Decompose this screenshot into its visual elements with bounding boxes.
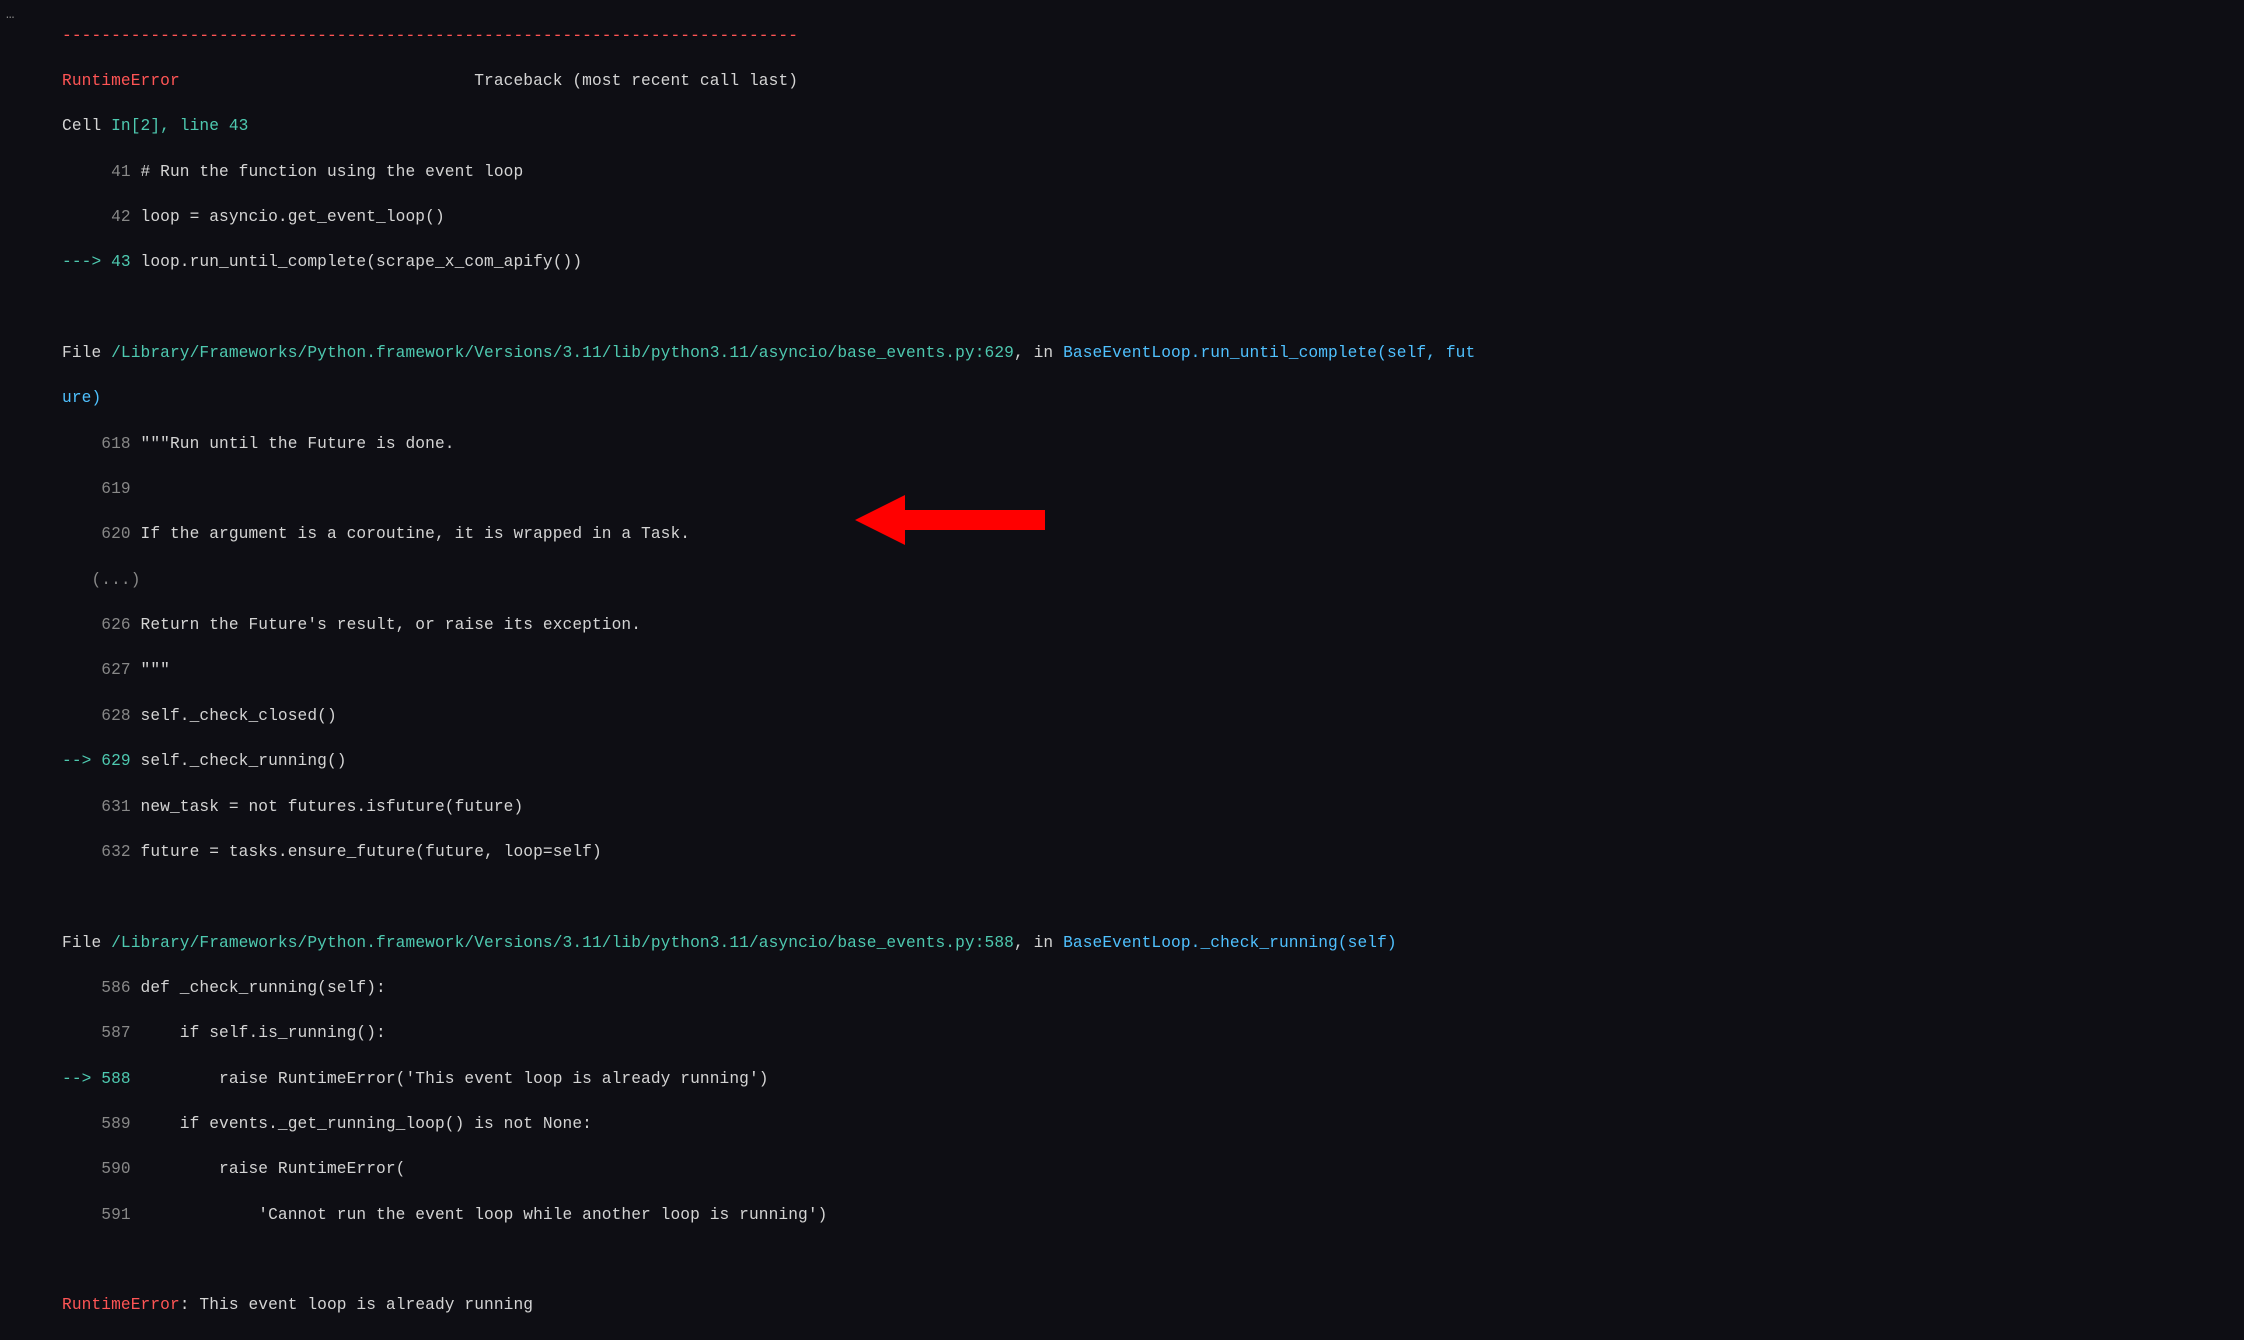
file-path: /Library/Frameworks/Python.framework/Ver… xyxy=(111,934,1014,952)
code-line: self._check_running() xyxy=(141,752,347,770)
code-line: self._check_closed() xyxy=(141,707,337,725)
code-line: new_task = not futures.isfuture(future) xyxy=(141,798,524,816)
code-line: raise RuntimeError( xyxy=(141,1160,406,1178)
current-frame-arrow: --> 629 xyxy=(62,752,141,770)
traceback-label: Traceback (most recent call last) xyxy=(180,72,798,90)
line-number: 586 xyxy=(62,979,141,997)
code-ellipsis: (...) xyxy=(62,571,141,589)
code-line: """ xyxy=(141,661,170,679)
error-message: : This event loop is already running xyxy=(180,1296,533,1314)
line-number: 619 xyxy=(62,480,141,498)
cell-reference: In[2], line 43 xyxy=(111,117,248,135)
file-label: File xyxy=(62,934,111,952)
line-number: 632 xyxy=(62,843,141,861)
code-line: If the argument is a coroutine, it is wr… xyxy=(141,525,691,543)
error-type-final: RuntimeError xyxy=(62,1296,180,1314)
in-label: , in xyxy=(1014,344,1063,362)
cell-label: Cell xyxy=(62,117,111,135)
line-number: 589 xyxy=(62,1115,141,1133)
line-number: 628 xyxy=(62,707,141,725)
output-ellipsis: … xyxy=(6,6,15,26)
line-number: 626 xyxy=(62,616,141,634)
current-frame-arrow: ---> 43 xyxy=(62,253,141,271)
code-line: def _check_running(self): xyxy=(141,979,386,997)
line-number: 587 xyxy=(62,1024,141,1042)
code-line: if self.is_running(): xyxy=(141,1024,386,1042)
file-path: /Library/Frameworks/Python.framework/Ver… xyxy=(111,344,1014,362)
line-number: 627 xyxy=(62,661,141,679)
function-args-cont: ure) xyxy=(62,389,101,407)
line-number: 631 xyxy=(62,798,141,816)
traceback-separator: ----------------------------------------… xyxy=(62,27,798,45)
code-line: Return the Future's result, or raise its… xyxy=(141,616,642,634)
function-name: BaseEventLoop._check_running xyxy=(1063,934,1338,952)
code-line: # Run the function using the event loop xyxy=(141,163,524,181)
function-args: (self) xyxy=(1338,934,1397,952)
function-name: BaseEventLoop.run_until_complete xyxy=(1063,344,1377,362)
in-label: , in xyxy=(1014,934,1063,952)
line-number: 591 xyxy=(62,1206,141,1224)
code-line: loop.run_until_complete(scrape_x_com_api… xyxy=(141,253,583,271)
code-line: raise RuntimeError('This event loop is a… xyxy=(141,1070,769,1088)
line-number: 590 xyxy=(62,1160,141,1178)
line-number: 42 xyxy=(62,208,141,226)
code-line: 'Cannot run the event loop while another… xyxy=(141,1206,828,1224)
annotation-arrow-icon xyxy=(855,490,1045,550)
code-line: loop = asyncio.get_event_loop() xyxy=(141,208,445,226)
code-line: future = tasks.ensure_future(future, loo… xyxy=(141,843,602,861)
current-frame-arrow: --> 588 xyxy=(62,1070,141,1088)
file-label: File xyxy=(62,344,111,362)
error-type-header: RuntimeError xyxy=(62,72,180,90)
line-number: 41 xyxy=(62,163,141,181)
function-args: (self, fut xyxy=(1377,344,1475,362)
line-number: 620 xyxy=(62,525,141,543)
traceback-output: ----------------------------------------… xyxy=(62,2,1475,1340)
code-line: if events._get_running_loop() is not Non… xyxy=(141,1115,592,1133)
line-number: 618 xyxy=(62,435,141,453)
code-line: """Run until the Future is done. xyxy=(141,435,455,453)
